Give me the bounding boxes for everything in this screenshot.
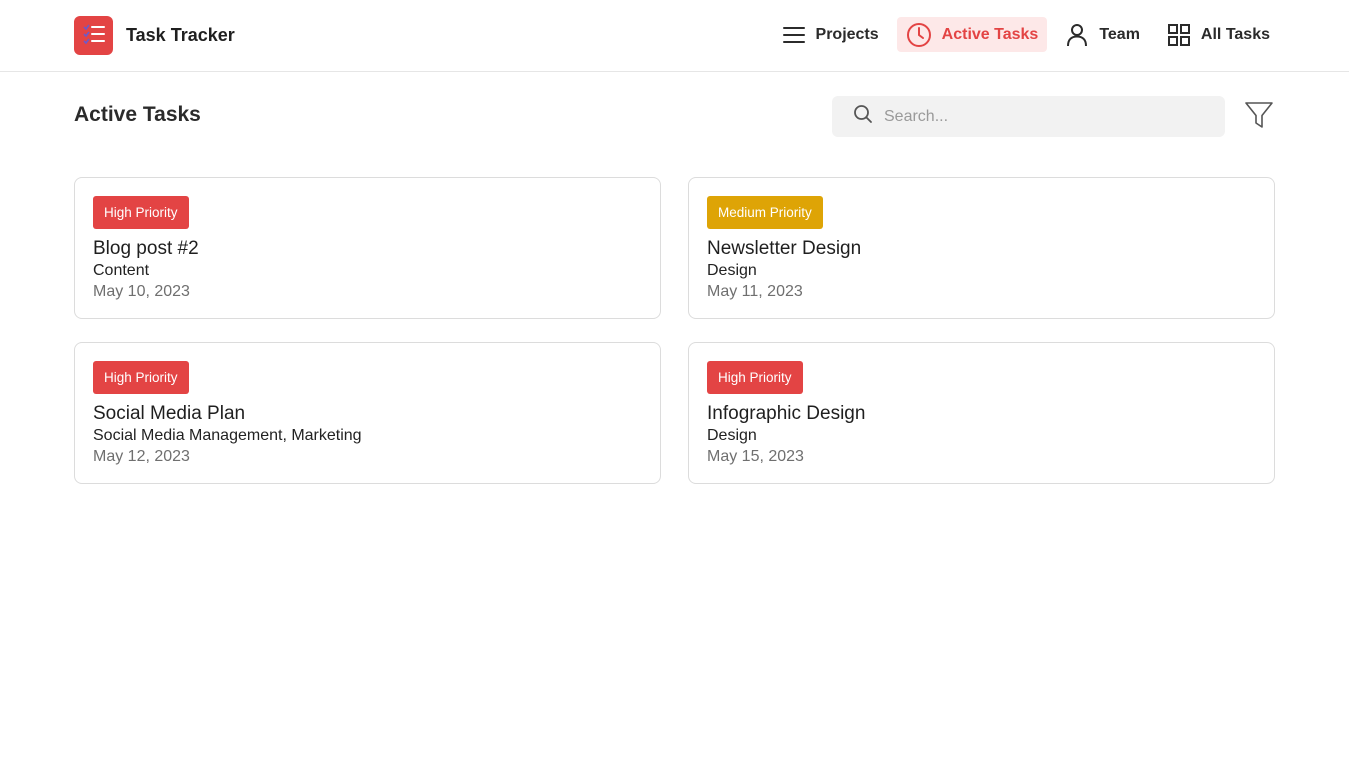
task-grid: High Priority Blog post #2 Content May 1… xyxy=(74,177,1275,484)
grid-icon xyxy=(1167,23,1191,47)
nav-item-active-tasks[interactable]: Active Tasks xyxy=(896,17,1048,52)
user-icon xyxy=(1065,23,1089,47)
task-date: May 12, 2023 xyxy=(93,448,190,465)
main-nav: Projects Active Tasks Team All Tasks xyxy=(764,17,1279,52)
clock-icon xyxy=(906,22,932,48)
task-date: May 15, 2023 xyxy=(707,448,804,465)
task-category: Social Media Management, Marketing xyxy=(93,427,362,444)
search-icon xyxy=(853,104,873,129)
filter-icon xyxy=(1244,100,1274,135)
top-navbar: Task Tracker Projects Active Tasks Team … xyxy=(0,0,1349,72)
priority-badge: High Priority xyxy=(93,196,189,229)
task-category: Design xyxy=(707,427,757,444)
menu-lines-icon xyxy=(782,23,806,47)
task-title: Newsletter Design xyxy=(707,238,862,259)
search-box[interactable] xyxy=(832,96,1225,137)
task-date: May 11, 2023 xyxy=(707,283,803,300)
task-category: Design xyxy=(707,262,757,279)
brand[interactable]: Task Tracker xyxy=(74,15,235,55)
task-card[interactable]: Medium Priority Newsletter Design Design… xyxy=(688,177,1275,319)
search-input[interactable] xyxy=(884,101,1204,132)
task-card[interactable]: High Priority Blog post #2 Content May 1… xyxy=(74,177,661,319)
nav-item-label: Active Tasks xyxy=(941,25,1039,43)
task-title: Social Media Plan xyxy=(93,403,246,424)
nav-item-projects[interactable]: Projects xyxy=(773,17,888,52)
nav-item-all-tasks[interactable]: All Tasks xyxy=(1158,17,1279,52)
task-category: Content xyxy=(93,262,150,279)
nav-item-label: All Tasks xyxy=(1200,25,1270,43)
nav-item-label: Projects xyxy=(815,25,879,43)
task-card[interactable]: High Priority Infographic Design Design … xyxy=(688,342,1275,484)
task-title: Infographic Design xyxy=(707,403,866,424)
priority-badge: High Priority xyxy=(707,361,803,394)
checklist-icon xyxy=(74,15,113,55)
task-title: Blog post #2 xyxy=(93,238,199,259)
nav-item-label: Team xyxy=(1099,25,1140,43)
priority-badge: Medium Priority xyxy=(707,196,823,229)
task-date: May 10, 2023 xyxy=(93,283,190,300)
task-card[interactable]: High Priority Social Media Plan Social M… xyxy=(74,342,661,484)
filter-button[interactable] xyxy=(1243,101,1275,133)
nav-item-team[interactable]: Team xyxy=(1056,17,1149,52)
page-title: Active Tasks xyxy=(74,103,201,126)
priority-badge: High Priority xyxy=(93,361,189,394)
app-title: Task Tracker xyxy=(126,24,235,45)
